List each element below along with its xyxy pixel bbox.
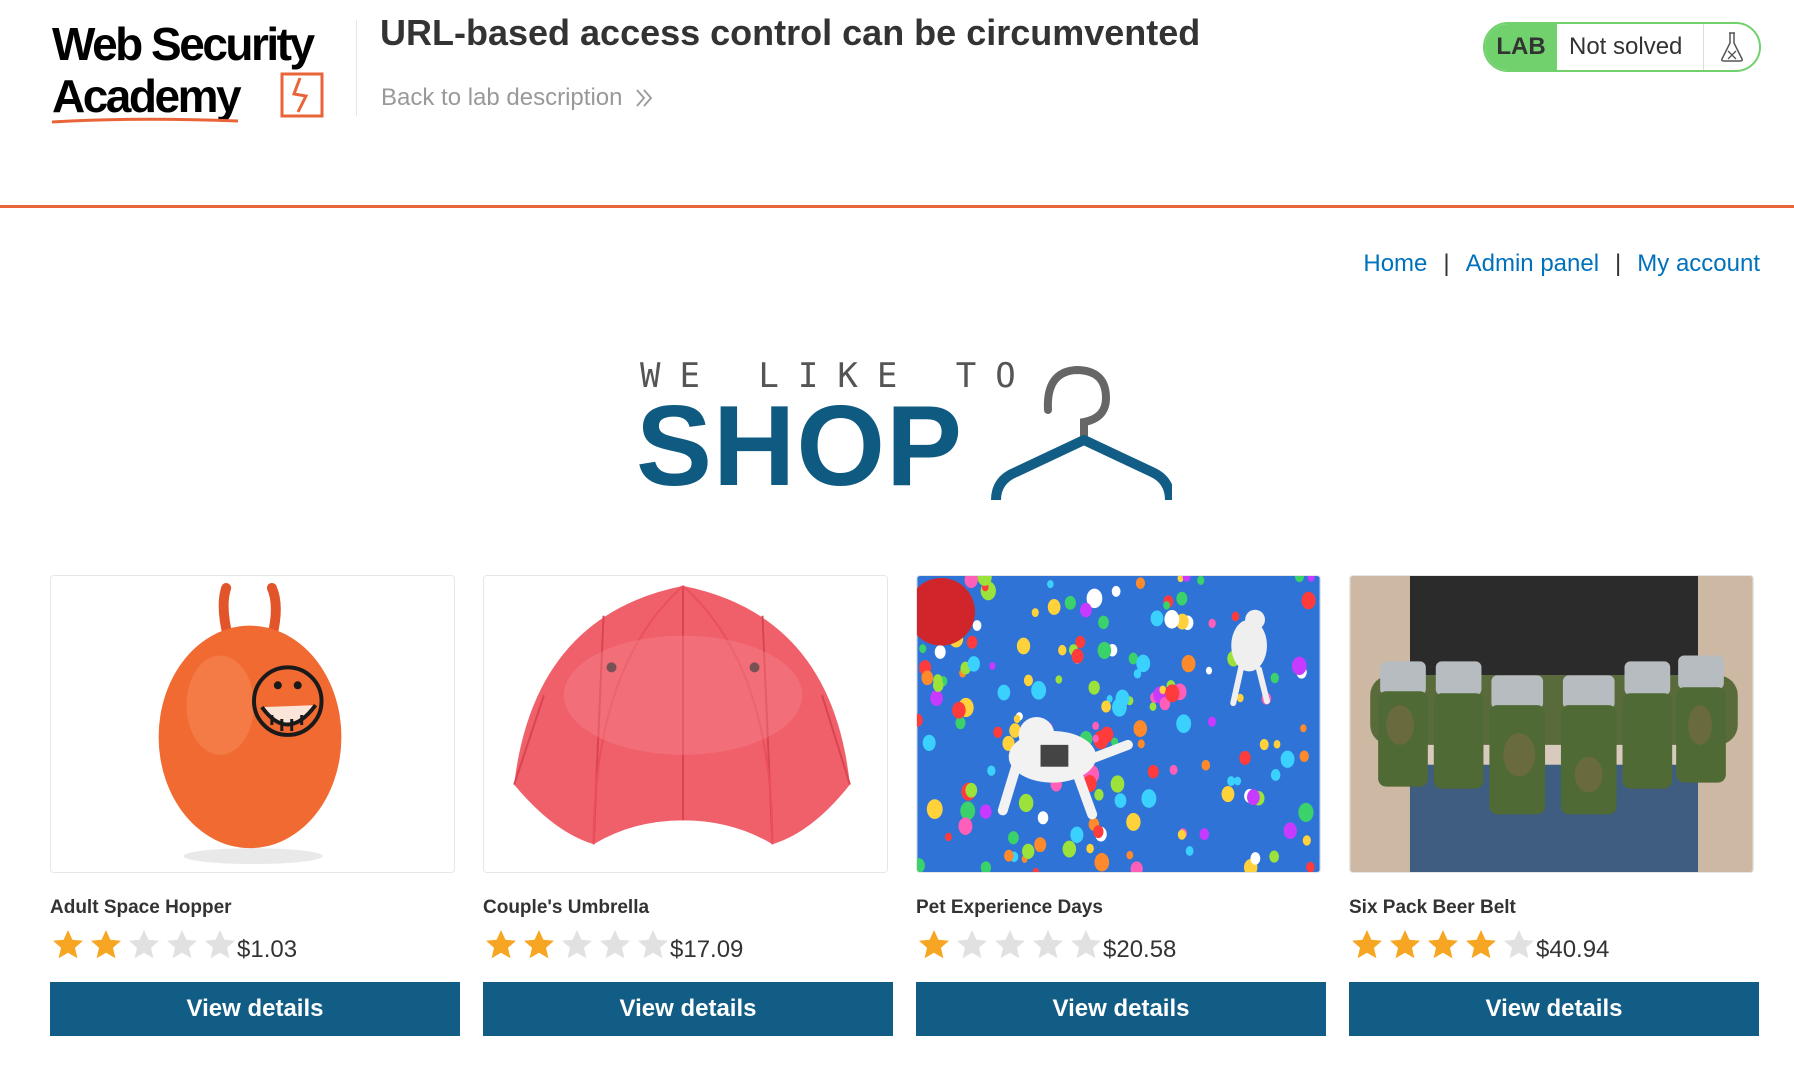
star-filled-icon [919,930,949,959]
star-empty-icon [205,930,235,959]
star-empty-icon [1033,930,1063,959]
banner-title: SHOP [636,383,964,510]
product-card: Pet Experience Days $20.58 View details [916,575,1326,1036]
product-name: Pet Experience Days [916,897,1103,918]
hanger-icon [991,365,1172,500]
product-rating [50,927,240,963]
shop-banner: WE LIKE TO SHOP [636,352,1176,510]
star-filled-icon [524,930,554,959]
star-filled-icon [1352,930,1382,959]
star-empty-icon [995,930,1025,959]
star-filled-icon [1466,930,1496,959]
star-empty-icon [129,930,159,959]
flask-icon [1703,24,1759,70]
star-empty-icon [1504,930,1534,959]
lab-badge: LAB [1485,24,1557,70]
lab-title: URL-based access control can be circumve… [380,12,1201,53]
product-card: Six Pack Beer Belt $40.94 View details [1349,575,1759,1036]
product-name: Adult Space Hopper [50,897,232,918]
svg-text:Academy: Academy [52,70,242,122]
product-name: Couple's Umbrella [483,897,650,918]
product-price: $40.94 [1536,936,1610,963]
view-details-button[interactable]: View details [50,982,460,1036]
space-hopper-image [50,575,455,873]
view-details-button[interactable]: View details [916,982,1326,1036]
web-security-academy-logo[interactable]: Web Security Academy [48,16,352,130]
product-rating [483,927,673,963]
lab-status-text: Not solved [1569,33,1683,60]
nav-separator: | [1615,250,1622,277]
product-price: $20.58 [1103,936,1177,963]
star-filled-icon [1428,930,1458,959]
star-filled-icon [53,930,83,959]
star-filled-icon [486,930,516,959]
product-card: Adult Space Hopper $1.03 View details [50,575,460,1036]
view-details-button[interactable]: View details [483,982,893,1036]
nav-admin-panel-link[interactable]: Admin panel [1466,250,1599,278]
star-empty-icon [600,930,630,959]
star-empty-icon [167,930,197,959]
nav-home-link[interactable]: Home [1363,250,1427,278]
star-empty-icon [957,930,987,959]
star-empty-icon [638,930,668,959]
balloon-dogs-image [916,575,1321,873]
back-link-label: Back to lab description [381,84,623,111]
svg-text:Web Security: Web Security [52,18,315,70]
site-nav: Home | Admin panel | My account [1363,250,1760,278]
back-to-lab-link[interactable]: Back to lab description [381,84,656,112]
view-details-button[interactable]: View details [1349,982,1759,1036]
lab-status-widget: LAB Not solved [1483,22,1761,72]
academy-header: Web Security Academy URL-based access co… [0,0,1794,208]
star-empty-icon [1071,930,1101,959]
umbrella-image [483,575,888,873]
product-rating [916,927,1106,963]
product-card: Couple's Umbrella $17.09 View details [483,575,893,1036]
double-chevron-right-icon [636,89,653,107]
nav-my-account-link[interactable]: My account [1637,250,1760,278]
star-empty-icon [562,930,592,959]
beer-belt-image [1349,575,1754,873]
header-divider [356,20,357,116]
star-filled-icon [91,930,121,959]
star-filled-icon [1390,930,1420,959]
product-name: Six Pack Beer Belt [1349,897,1516,918]
product-rating [1349,927,1539,963]
product-price: $17.09 [670,936,744,963]
product-price: $1.03 [237,936,298,963]
nav-separator: | [1443,250,1450,277]
